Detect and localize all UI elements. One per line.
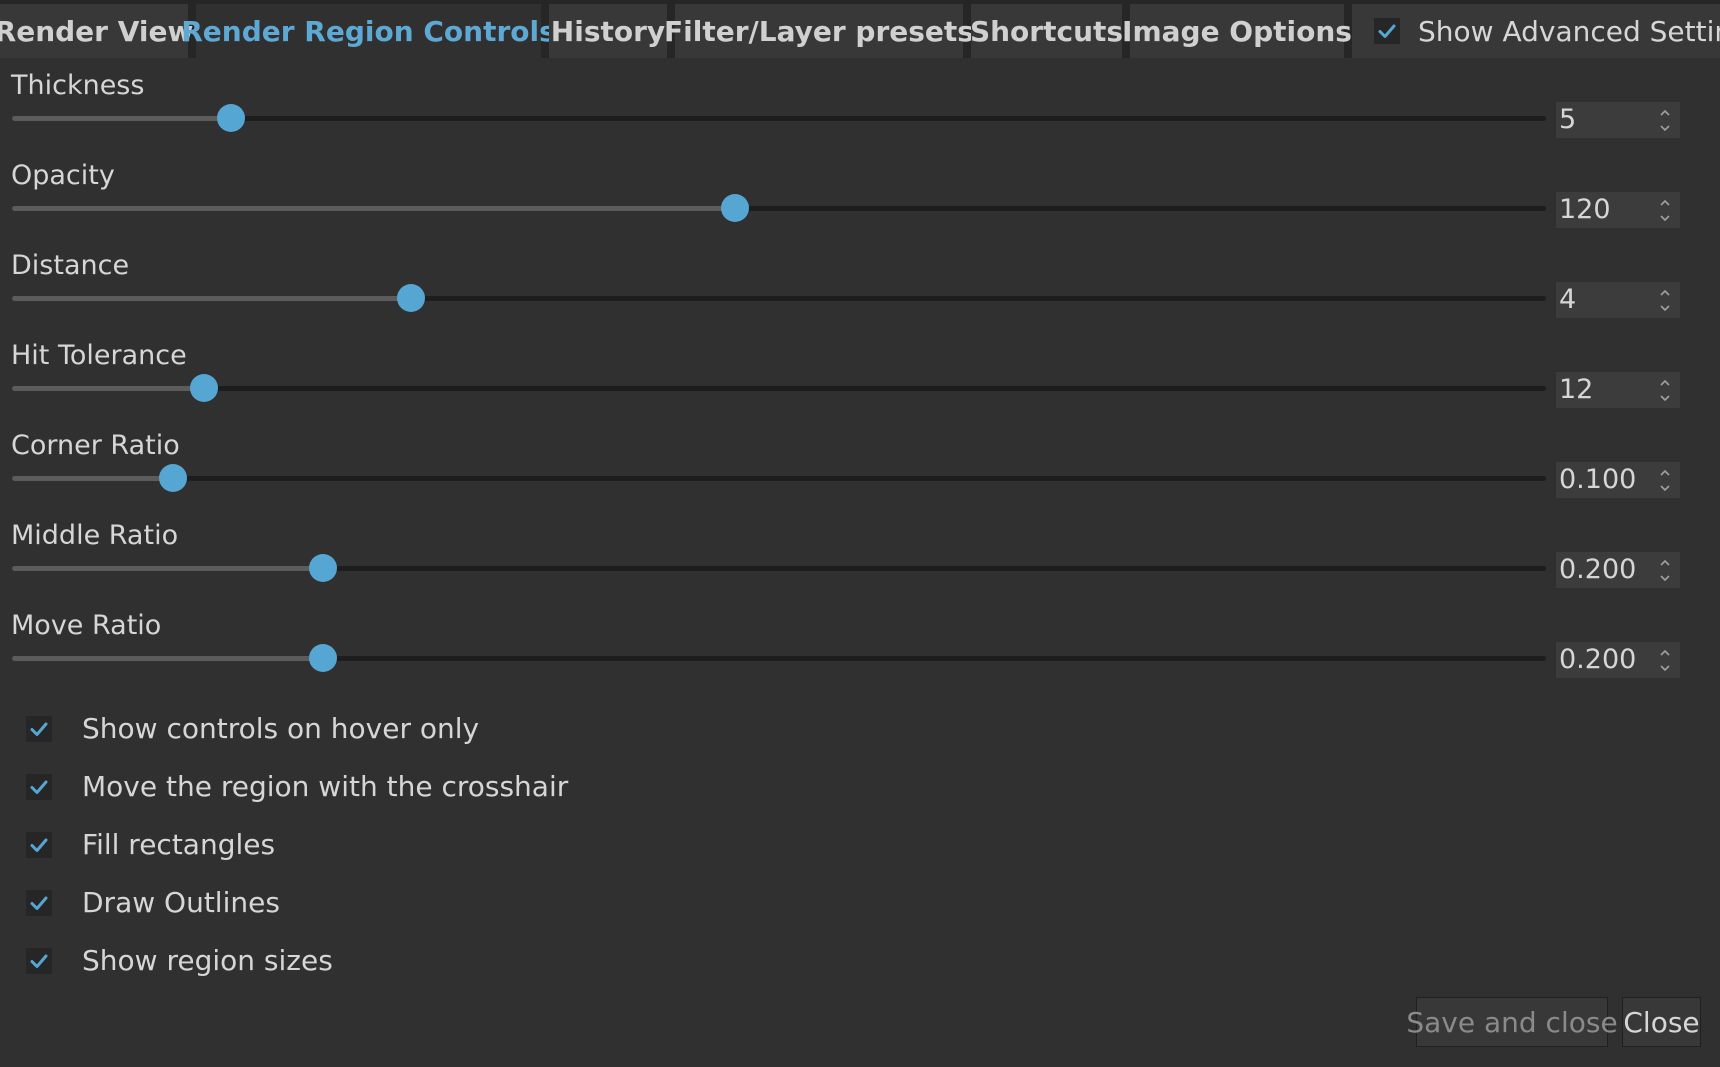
slider-label: Distance [11, 250, 130, 281]
spinbox-value[interactable]: 0.100 [1559, 463, 1636, 497]
opacity-slider[interactable] [12, 194, 1546, 222]
slider-fill [12, 206, 735, 211]
chevron-down-icon[interactable] [1658, 572, 1672, 584]
checkmark-icon [26, 947, 52, 974]
slider-label: Move Ratio [11, 610, 162, 641]
chevron-up-icon[interactable] [1658, 376, 1672, 388]
tab-shortcuts[interactable]: Shortcuts [970, 4, 1123, 58]
close-button[interactable]: Close [1622, 997, 1701, 1047]
checkbox-label: Show controls on hover only [82, 712, 480, 745]
slider-fill [12, 386, 204, 391]
checkmark-icon [26, 831, 52, 858]
slider-label: Middle Ratio [11, 520, 179, 551]
fill-rectangles-checkbox[interactable]: Fill rectangles [26, 828, 275, 861]
slider-fill [12, 116, 232, 121]
chevron-down-icon[interactable] [1658, 392, 1672, 404]
corner-ratio-slider[interactable] [12, 464, 1546, 492]
slider-row-distance: Distance 4 [0, 250, 1720, 340]
slider-handle[interactable] [159, 464, 188, 492]
tab-filter-layer-presets[interactable]: Filter/Layer presets [664, 4, 974, 58]
slider-handle[interactable] [720, 194, 749, 222]
chevron-down-icon[interactable] [1658, 212, 1672, 224]
slider-label: Thickness [11, 70, 145, 101]
checkbox-label: Draw Outlines [82, 886, 280, 919]
show-advanced-settings-label: Show Advanced Settings [1418, 14, 1720, 48]
tab-history[interactable]: History [549, 4, 667, 58]
spinbox-value[interactable]: 0.200 [1559, 553, 1636, 587]
slider-fill [12, 656, 324, 661]
spinbox-value[interactable]: 0.200 [1559, 643, 1636, 677]
show-advanced-settings-checkbox[interactable]: Show Advanced Settings [1352, 4, 1720, 58]
chevron-up-icon[interactable] [1658, 556, 1672, 568]
move-region-with-crosshair-checkbox[interactable]: Move the region with the crosshair [26, 770, 568, 803]
slider-row-thickness: Thickness 5 [0, 70, 1720, 160]
spinbox-value[interactable]: 5 [1559, 103, 1576, 137]
slider-label: Hit Tolerance [11, 340, 187, 371]
chevron-up-icon[interactable] [1658, 466, 1672, 478]
slider-handle[interactable] [309, 644, 338, 672]
slider-row-corner-ratio: Corner Ratio 0.100 [0, 430, 1720, 520]
spinbox-value[interactable]: 4 [1559, 283, 1576, 317]
checkmark-icon [26, 715, 52, 742]
slider-handle[interactable] [309, 554, 338, 582]
move-ratio-spinbox[interactable]: 0.200 [1556, 642, 1680, 678]
slider-handle[interactable] [189, 374, 218, 402]
slider-row-move-ratio: Move Ratio 0.200 [0, 610, 1720, 700]
checkmark-icon [1374, 18, 1400, 44]
slider-row-hit-tolerance: Hit Tolerance 12 [0, 340, 1720, 430]
hit-tolerance-spinbox[interactable]: 12 [1556, 372, 1680, 408]
slider-fill [12, 566, 324, 571]
chevron-down-icon[interactable] [1658, 662, 1672, 674]
checkbox-label: Fill rectangles [82, 828, 276, 861]
spinbox-value[interactable]: 120 [1559, 193, 1611, 227]
corner-ratio-spinbox[interactable]: 0.100 [1556, 462, 1680, 498]
spinbox-value[interactable]: 12 [1559, 373, 1593, 407]
chevron-up-icon[interactable] [1658, 106, 1672, 118]
slider-label: Opacity [11, 160, 115, 191]
tab-render-region-controls[interactable]: Render Region Controls [181, 4, 556, 58]
distance-slider[interactable] [12, 284, 1546, 312]
slider-fill [12, 476, 174, 481]
checkbox-label: Move the region with the crosshair [82, 770, 569, 803]
slider-fill [12, 296, 411, 301]
show-controls-on-hover-checkbox[interactable]: Show controls on hover only [26, 712, 479, 745]
chevron-down-icon[interactable] [1658, 122, 1672, 134]
tab-bar: Render View Render Region Controls Histo… [0, 0, 1720, 58]
chevron-up-icon[interactable] [1658, 196, 1672, 208]
slider-row-middle-ratio: Middle Ratio 0.200 [0, 520, 1720, 610]
chevron-down-icon[interactable] [1658, 302, 1672, 314]
chevron-up-icon[interactable] [1658, 286, 1672, 298]
chevron-up-icon[interactable] [1658, 646, 1672, 658]
tab-render-view[interactable]: Render View [0, 4, 193, 58]
checkmark-icon [26, 889, 52, 916]
save-and-close-button[interactable]: Save and close [1406, 997, 1618, 1047]
show-region-sizes-checkbox[interactable]: Show region sizes [26, 944, 333, 977]
slider-handle[interactable] [396, 284, 425, 312]
distance-spinbox[interactable]: 4 [1556, 282, 1680, 318]
checkmark-icon [26, 773, 52, 800]
draw-outlines-checkbox[interactable]: Draw Outlines [26, 886, 280, 919]
chevron-down-icon[interactable] [1658, 482, 1672, 494]
middle-ratio-spinbox[interactable]: 0.200 [1556, 552, 1680, 588]
thickness-slider[interactable] [12, 104, 1546, 132]
checkbox-label: Show region sizes [82, 944, 333, 977]
slider-row-opacity: Opacity 120 [0, 160, 1720, 250]
tab-image-options[interactable]: Image Options [1122, 4, 1352, 58]
slider-handle[interactable] [217, 104, 246, 132]
opacity-spinbox[interactable]: 120 [1556, 192, 1680, 228]
slider-label: Corner Ratio [11, 430, 180, 461]
hit-tolerance-slider[interactable] [12, 374, 1546, 402]
thickness-spinbox[interactable]: 5 [1556, 102, 1680, 138]
move-ratio-slider[interactable] [12, 644, 1546, 672]
middle-ratio-slider[interactable] [12, 554, 1546, 582]
